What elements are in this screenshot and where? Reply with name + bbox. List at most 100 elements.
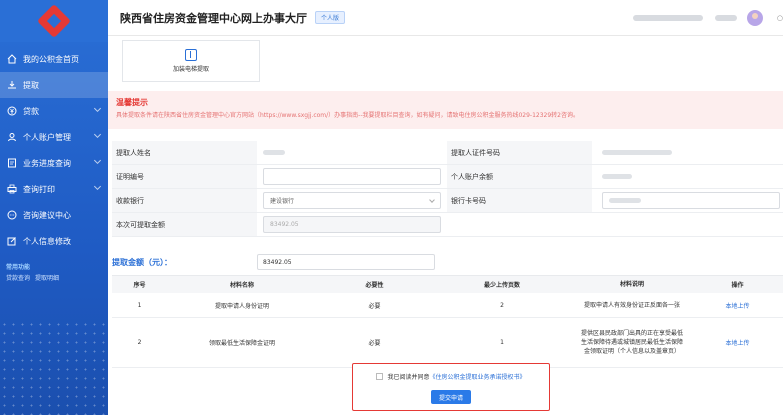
sidebar-item-label: 查询打印 [23, 184, 55, 194]
row-required: 必要 [368, 302, 381, 310]
sidebar-item-label: 业务进度查询 [23, 158, 71, 168]
balance-label: 个人账户余额 [447, 165, 592, 188]
version-badge: 个人版 [315, 11, 346, 24]
elevator-withdraw-label: 加装电梯提取 [172, 66, 209, 73]
chat-icon [6, 209, 18, 221]
elevator-withdraw-button[interactable]: 加装电梯提取 [122, 40, 260, 82]
common-link-withdraw-detail[interactable]: 提取明细 [35, 275, 59, 282]
progress-icon [6, 157, 18, 169]
row-name: 提取申请人身份证明 [214, 302, 269, 310]
sidebar-item-profile[interactable]: 个人信息修改 [0, 228, 108, 254]
sidebar-item-consult[interactable]: 咨询建议中心 [0, 202, 108, 228]
col-name: 材料名称 [229, 282, 254, 289]
sidebar-item-account[interactable]: 个人账户管理 [0, 124, 108, 150]
chevron-down-icon [93, 156, 102, 165]
sidebar-item-home[interactable]: 我的公积金首页 [0, 46, 108, 72]
row-name: 领取最低生活保障金证明 [208, 340, 275, 347]
proof-label: 证明编号 [112, 165, 257, 188]
user-menu-icon[interactable]: ○ [777, 14, 783, 22]
max-amount-value: 83492.05 [270, 221, 299, 228]
col-desc: 材料说明 [619, 281, 644, 288]
sidebar-item-label: 个人账户管理 [23, 132, 71, 142]
elevator-icon [185, 49, 197, 61]
row-desc: 提供区县民政部门出具的正在享受最低生活保障待遇或城镇居民最低生活保障金领取证明（… [580, 330, 683, 355]
col-op: 操作 [731, 282, 744, 289]
col-required: 必要性 [365, 282, 384, 289]
amount-row: 提取金额（元）： 83492.05 [112, 254, 435, 270]
upload-link[interactable]: 本地上传 [692, 338, 783, 347]
agree-checkbox[interactable] [376, 373, 384, 380]
upload-link[interactable]: 本地上传 [692, 301, 783, 310]
edit-icon [6, 235, 18, 247]
redacted-text [714, 15, 737, 21]
sidebar-item-withdraw[interactable]: 提取 [0, 72, 108, 98]
logo-icon [37, 4, 71, 38]
print-icon [6, 183, 18, 195]
sidebar-item-label: 我的公积金首页 [23, 54, 79, 64]
sidebar-item-progress[interactable]: 业务进度查询 [0, 150, 108, 176]
sidebar-item-label: 提取 [23, 80, 39, 90]
redacted-card [609, 198, 641, 203]
row-pages: 2 [500, 301, 504, 309]
amount-input[interactable]: 83492.05 [257, 254, 435, 270]
chevron-down-icon [93, 182, 102, 191]
table-row: 2 领取最低生活保障金证明 必要 1 提供区县民政部门出具的正在享受最低生活保障… [112, 318, 783, 368]
redacted-name [263, 150, 285, 155]
id-label: 提取人证件号码 [447, 141, 592, 164]
user-account-icon [6, 131, 18, 143]
sidebar-item-label: 个人信息修改 [23, 236, 71, 246]
table-row: 1 提取申请人身份证明 必要 2 提取申请人有效身份证正反面各一张 本地上传 [112, 293, 783, 318]
top-header: 陕西省住房资金管理中心网上办事大厅 个人版 ○ [108, 0, 783, 36]
common-link-loan-query[interactable]: 贷款查询 [6, 275, 30, 282]
name-label: 提取人姓名 [112, 141, 257, 164]
avatar[interactable] [746, 10, 763, 26]
col-no: 序号 [133, 282, 146, 289]
row-pages: 1 [500, 339, 504, 346]
sidebar-item-label: 咨询建议中心 [23, 210, 71, 220]
page-title: 陕西省住房资金管理中心网上办事大厅 [120, 11, 307, 25]
proof-number-input[interactable] [263, 168, 441, 185]
sidebar-item-print[interactable]: 查询打印 [0, 176, 108, 202]
bank-label: 收款银行 [112, 189, 257, 212]
card-label: 银行卡号码 [447, 189, 592, 212]
materials-table: 序号 材料名称 必要性 最少上传页数 材料说明 操作 1 提取申请人身份证明 必… [112, 275, 783, 368]
home-icon [6, 53, 18, 65]
redacted-id [602, 150, 672, 155]
notice-title: 温馨提示 [116, 98, 148, 107]
chevron-down-icon [93, 130, 102, 139]
max-amount-field: 83492.05 [263, 216, 441, 233]
submit-button[interactable]: 提交申请 [431, 390, 471, 404]
withdraw-icon [6, 79, 18, 91]
common-functions-title: 常用功能 [6, 264, 31, 271]
amount-value: 83492.05 [263, 258, 292, 266]
logo [0, 0, 108, 42]
sidebar-item-loan[interactable]: 贷款 [0, 98, 108, 124]
submit-area: 我已阅读并同意 《住房公积金提取业务承诺授权书》 提交申请 [352, 363, 550, 411]
table-header: 序号 材料名称 必要性 最少上传页数 材料说明 操作 [112, 276, 783, 293]
row-desc: 提取申请人有效身份证正反面各一张 [583, 301, 680, 309]
chevron-down-icon [93, 104, 102, 113]
row-required: 必要 [368, 340, 381, 347]
col-pages: 最少上传页数 [483, 282, 520, 289]
notice-banner: 温馨提示 具体提取条件请在陕西省住房资金管理中心官方网站（https://www… [108, 91, 783, 129]
sidebar: 我的公积金首页 提取 贷款 个人账户管理 业务进度查询 查询打印 咨询建议中心 … [0, 0, 108, 415]
notice-body: 具体提取条件请在陕西省住房资金管理中心官方网站（https://www.sxgj… [116, 112, 580, 119]
redacted-text [632, 15, 703, 21]
common-functions: 常用功能 贷款查询 提取明细 [0, 254, 108, 282]
chevron-down-icon [429, 197, 435, 203]
amount-label: 提取金额（元）： [112, 257, 172, 267]
main-content: 加装电梯提取 温馨提示 具体提取条件请在陕西省住房资金管理中心官方网站（http… [108, 36, 783, 415]
redacted-balance [602, 174, 632, 179]
bank-select-value: 建设银行 [270, 198, 295, 205]
row-no: 2 [137, 339, 142, 346]
agreement-link[interactable]: 《住房公积金提取业务承诺授权书》 [430, 372, 526, 381]
card-number-input[interactable] [602, 192, 780, 209]
max-amount-label: 本次可提取金额 [112, 213, 257, 236]
bank-select[interactable]: 建设银行 [263, 192, 441, 209]
loan-icon [6, 105, 18, 117]
agreement-row: 我已阅读并同意 《住房公积金提取业务承诺授权书》 [376, 372, 526, 381]
sidebar-item-label: 贷款 [23, 106, 39, 116]
withdraw-form: 提取人姓名 提取人证件号码 证明编号 个人账户余额 收款银行 建设银行 银行卡号… [112, 141, 783, 237]
sidebar-decoration [0, 320, 108, 415]
row-no: 1 [137, 301, 142, 309]
